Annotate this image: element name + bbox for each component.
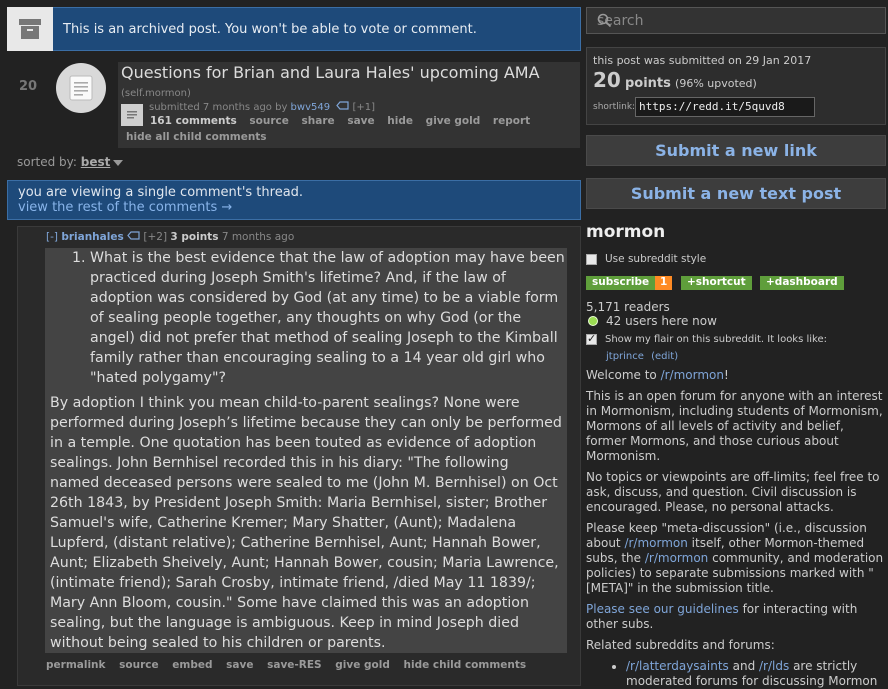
- description-paragraph: This is an open forum for anyone with an…: [586, 389, 883, 463]
- post-author-link[interactable]: bwv549: [291, 102, 331, 113]
- comment-list-item: What is the best evidence that the law o…: [90, 248, 567, 388]
- subreddit-link[interactable]: /r/mormon: [661, 368, 724, 382]
- flair-username[interactable]: jtprince: [606, 351, 644, 362]
- share-button[interactable]: share: [302, 115, 335, 127]
- collapse-toggle[interactable]: [-]: [46, 231, 58, 243]
- tag-icon[interactable]: [336, 101, 349, 113]
- source-button[interactable]: source: [249, 115, 288, 127]
- related-list: /r/latterdaysaints and /r/lds are strict…: [586, 659, 886, 689]
- show-flair-checkbox[interactable]: [586, 332, 597, 345]
- comment-list: What is the best evidence that the law o…: [45, 248, 567, 388]
- dashboard-button[interactable]: +dashboard: [760, 276, 844, 290]
- sidebar-description: Welcome to /r/mormon! This is an open fo…: [586, 368, 886, 689]
- post-score: 20: [19, 79, 38, 94]
- comment-tagline: [-] brianhales [+2] 3 points 7 months ag…: [46, 231, 294, 243]
- guidelines-link[interactable]: Please see our guidelines: [586, 602, 739, 616]
- welcome-text: Welcome to /r/mormon!: [586, 368, 729, 382]
- use-style-label: Use subreddit style: [605, 253, 707, 265]
- tag-icon[interactable]: [127, 231, 140, 243]
- hide-child-comments-button[interactable]: hide child comments: [404, 659, 527, 671]
- shortlink-label: shortlink:: [593, 102, 636, 112]
- points-word: points: [624, 76, 671, 91]
- report-button[interactable]: report: [493, 115, 530, 127]
- flair-preview: jtprince (edit): [606, 351, 678, 362]
- post-buttons: 161 comments source share save hide give…: [150, 115, 539, 127]
- upvoted-percent: (96% upvoted): [675, 77, 757, 90]
- chevron-down-icon[interactable]: [113, 159, 124, 166]
- embed-button[interactable]: embed: [172, 659, 212, 671]
- post-tagline: submitted 7 months ago by bwv549 [+1]: [149, 101, 375, 113]
- single-thread-notice: you are viewing a single comment's threa…: [7, 180, 581, 220]
- use-style-row[interactable]: Use subreddit style: [586, 253, 706, 265]
- use-style-checkbox[interactable]: [586, 253, 597, 265]
- online-dot-icon: [588, 316, 598, 326]
- flair-edit-link[interactable]: (edit): [651, 351, 678, 362]
- hide-button[interactable]: hide: [387, 115, 413, 127]
- comment-author-link[interactable]: brianhales: [61, 231, 123, 243]
- comment-author-badge: [+2]: [143, 231, 168, 243]
- points-number: 20: [593, 68, 621, 92]
- shortcut-button[interactable]: +shortcut: [681, 276, 752, 290]
- submit-text-button[interactable]: Submit a new text post: [586, 178, 886, 209]
- author-badge: [+1]: [352, 102, 375, 113]
- comments-button[interactable]: 161 comments: [150, 115, 237, 127]
- give-gold-button[interactable]: give gold: [335, 659, 390, 671]
- give-gold-button[interactable]: give gold: [426, 115, 481, 127]
- link-info-box: this post was submitted on 29 Jan 2017 2…: [586, 47, 886, 125]
- text-post-icon[interactable]: [56, 63, 106, 113]
- comment-body: What is the best evidence that the law o…: [45, 248, 567, 653]
- readers-count: 5,171 readers: [586, 300, 670, 314]
- save-button[interactable]: save: [226, 659, 253, 671]
- archived-banner: This is an archived post. You won't be a…: [7, 7, 581, 51]
- hide-all-child-comments-button[interactable]: hide all child comments: [126, 131, 267, 143]
- post-domain[interactable]: (self.mormon): [121, 88, 191, 99]
- comment-time: 7 months ago: [221, 231, 295, 243]
- comment-points: 3 points: [170, 231, 219, 243]
- subreddit-link[interactable]: /r/mormon: [624, 536, 687, 550]
- view-rest-link[interactable]: view the rest of the comments →: [18, 200, 232, 215]
- lds-link[interactable]: /r/lds: [759, 659, 789, 673]
- expando-text-icon[interactable]: [121, 104, 143, 126]
- guidelines-paragraph: Please see our guidelines for interactin…: [586, 602, 858, 631]
- flair-label: Show my flair on this subreddit. It look…: [605, 334, 828, 345]
- points-summary: 20 points (96% upvoted): [593, 68, 757, 92]
- sort-label: sorted by:: [17, 155, 77, 169]
- comment-paragraph: By adoption I think you mean child-to-pa…: [50, 395, 562, 651]
- source-button[interactable]: source: [119, 659, 158, 671]
- submit-link-button[interactable]: Submit a new link: [586, 135, 886, 166]
- latterdaysaints-link[interactable]: /r/latterdaysaints: [626, 659, 729, 673]
- subscribe-button[interactable]: subscribe: [586, 276, 656, 290]
- sort-menu[interactable]: sorted by: best: [17, 155, 124, 169]
- comment-buttons: permalink source embed save save-RES giv…: [46, 659, 536, 671]
- users-online-text: 42 users here now: [606, 314, 717, 328]
- related-heading: Related subreddits and forums:: [586, 638, 775, 652]
- thread-notice-text: you are viewing a single comment's threa…: [18, 185, 304, 200]
- post-title[interactable]: Questions for Brian and Laura Hales' upc…: [121, 63, 540, 82]
- subscribe-count-badge: 1: [655, 276, 673, 290]
- submitted-prefix: submitted 7 months ago by: [149, 102, 288, 113]
- subreddit-link[interactable]: /r/mormon: [645, 551, 708, 565]
- flair-row[interactable]: Show my flair on this subreddit. It look…: [586, 332, 828, 345]
- search-input[interactable]: search: [586, 7, 886, 34]
- search-icon[interactable]: [597, 13, 878, 32]
- related-item: /r/latterdaysaints and /r/lds are strict…: [626, 659, 886, 689]
- sort-value[interactable]: best: [81, 155, 111, 169]
- users-online: 42 users here now: [588, 314, 717, 328]
- shortlink-field[interactable]: https://redd.it/5quvd8: [635, 97, 815, 117]
- archive-box-icon: [7, 7, 53, 51]
- meta-paragraph: Please keep "meta-discussion" (i.e., dis…: [586, 521, 884, 595]
- permalink-button[interactable]: permalink: [46, 659, 106, 671]
- submitted-date: this post was submitted on 29 Jan 2017: [593, 54, 812, 67]
- subreddit-title[interactable]: mormon: [586, 222, 665, 242]
- rules-paragraph: No topics or viewpoints are off-limits; …: [586, 470, 880, 514]
- save-button[interactable]: save: [347, 115, 374, 127]
- archived-message: This is an archived post. You won't be a…: [63, 21, 477, 37]
- save-res-button[interactable]: save-RES: [267, 659, 321, 671]
